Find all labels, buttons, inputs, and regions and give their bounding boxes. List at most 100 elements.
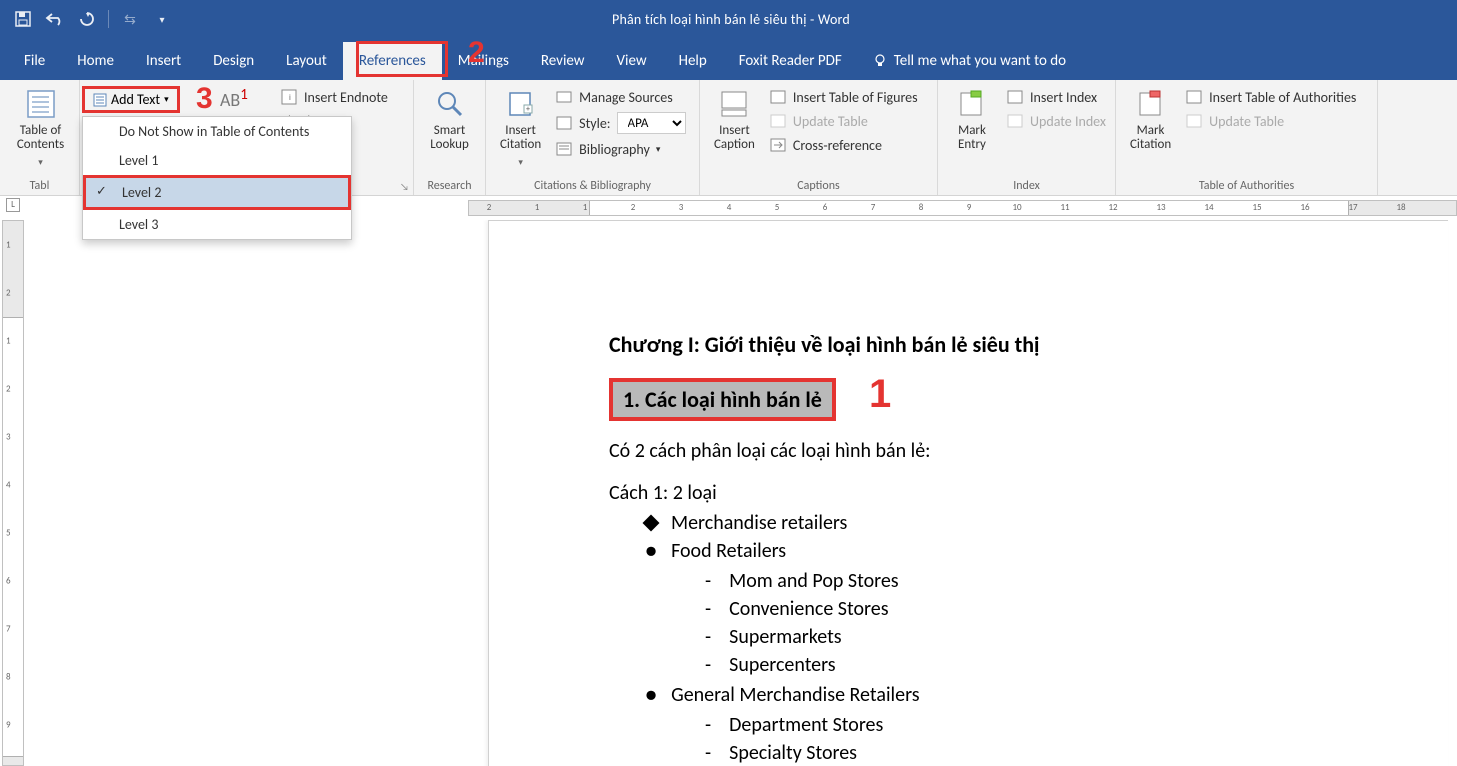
qat-dropdown-icon[interactable]: ▾ [151, 8, 173, 30]
annotation-number-2: 2 [468, 36, 485, 70]
dialog-launcher-icon[interactable]: ↘ [400, 180, 409, 193]
add-text-button[interactable]: Add Text ▾ [82, 86, 180, 113]
chevron-down-icon: ▾ [518, 157, 523, 168]
annotation-number-3: 3 [196, 82, 213, 116]
tell-me-search[interactable]: Tell me what you want to do [858, 42, 1080, 80]
annotation-number-1: 1 [869, 372, 891, 417]
tab-home[interactable]: Home [61, 42, 130, 80]
figures-icon [769, 88, 787, 106]
list-item: Supercenters [705, 653, 1328, 677]
tab-design[interactable]: Design [197, 42, 270, 80]
tab-help[interactable]: Help [663, 42, 723, 80]
update-table-button: Update Table [765, 110, 922, 132]
list-item: Mom and Pop Stores [705, 569, 1328, 593]
update-icon [769, 112, 787, 130]
document-title: Phân tích loại hình bán lẻ siêu thị - Wo… [185, 11, 1277, 28]
list-item: ●Food Retailers [645, 539, 1328, 563]
diamond-bullet-icon [643, 515, 660, 532]
mark-citation-button[interactable]: Mark Citation [1124, 84, 1177, 153]
update-auth-icon [1185, 112, 1203, 130]
mark-entry-label: Mark Entry [958, 124, 986, 153]
list-item: Convenience Stores [705, 597, 1328, 621]
svg-text:i: i [289, 93, 291, 103]
update-index-icon [1006, 112, 1024, 130]
workspace: L 12123456789 21123456789101112131415161… [0, 196, 1457, 766]
manage-sources-button[interactable]: Manage Sources [551, 86, 689, 108]
quick-access-toolbar: ⇆ ▾ [0, 8, 185, 30]
menu-item-level-3[interactable]: Level 3 [83, 210, 351, 239]
index-icon [1006, 88, 1024, 106]
tab-foxit[interactable]: Foxit Reader PDF [723, 42, 858, 80]
add-text-label: Add Text [111, 91, 160, 108]
vertical-ruler[interactable]: 12123456789 [2, 220, 24, 766]
insert-citation-button[interactable]: + Insert Citation ▾ [494, 84, 547, 168]
ab-icon: AB1 [220, 86, 248, 111]
list-item: Merchandise retailers [645, 511, 1328, 535]
group-toc: Table of Contents ▾ Tabl [0, 80, 80, 195]
update-index-button: Update Index [1002, 110, 1110, 132]
group-captions: Insert Caption Insert Table of Figures U… [700, 80, 938, 195]
selected-heading[interactable]: 1. Các loại hình bán lẻ [609, 378, 836, 421]
cross-reference-button[interactable]: Cross-reference [765, 134, 922, 156]
group-authorities: Mark Citation Insert Table of Authoritie… [1116, 80, 1378, 195]
document-page[interactable]: Chương I: Giới thiệu về loại hình bán lẻ… [488, 220, 1448, 766]
title-bar: ⇆ ▾ Phân tích loại hình bán lẻ siêu thị … [0, 0, 1457, 38]
menu-item-do-not-show[interactable]: Do Not Show in Table of Contents [83, 117, 351, 146]
insert-citation-label: Insert Citation [500, 124, 541, 153]
table-of-contents-button[interactable]: Table of Contents ▾ [10, 84, 71, 168]
menu-item-level-1[interactable]: Level 1 [83, 146, 351, 175]
citation-icon: + [505, 88, 537, 120]
authorities-icon [1185, 88, 1203, 106]
paragraph-1: Có 2 cách phân loại các loại hình bán lẻ… [609, 439, 1328, 463]
group-label-index: Index [938, 179, 1115, 193]
add-text-button-wrap: Add Text ▾ 3 Do Not Show in Table of Con… [82, 86, 180, 113]
svg-text:+: + [526, 104, 530, 114]
insert-caption-button[interactable]: Insert Caption [708, 84, 761, 153]
tab-view[interactable]: View [601, 42, 663, 80]
endnote-icon: i [280, 88, 298, 106]
insert-index-button[interactable]: Insert Index [1002, 86, 1110, 108]
tab-review[interactable]: Review [525, 42, 601, 80]
insert-caption-label: Insert Caption [714, 124, 755, 153]
ribbon-tabs: File Home Insert Design Layout Reference… [0, 38, 1457, 80]
mark-citation-label: Mark Citation [1130, 124, 1171, 153]
chevron-down-icon: ▾ [656, 144, 661, 155]
lightbulb-icon [872, 53, 888, 69]
separator [108, 10, 109, 28]
ribbon-body: Table of Contents ▾ Tabl Add Text ▾ 3 Do… [0, 80, 1457, 196]
bullet-icon: ● [645, 539, 657, 563]
bibliography-button[interactable]: Bibliography ▾ [551, 138, 689, 160]
save-icon[interactable] [12, 8, 34, 30]
tab-file[interactable]: File [8, 42, 61, 80]
toc-label: Table of Contents [17, 124, 64, 153]
insert-authorities-button[interactable]: Insert Table of Authorities [1181, 86, 1360, 108]
style-icon [555, 114, 573, 132]
tell-me-label: Tell me what you want to do [894, 52, 1066, 70]
mark-citation-icon [1135, 88, 1167, 120]
undo-icon[interactable] [44, 8, 66, 30]
bibliography-icon [555, 140, 573, 158]
add-text-icon [93, 93, 107, 107]
document-column: 21123456789101112131415161718 Chương I: … [28, 196, 1457, 766]
mark-entry-button[interactable]: Mark Entry [946, 84, 998, 153]
ruler-corner[interactable]: L [6, 198, 20, 212]
smart-lookup-icon [434, 88, 466, 120]
list-item: ●General Merchandise Retailers [645, 683, 1328, 707]
caption-icon [718, 88, 750, 120]
list-item: Supermarkets [705, 625, 1328, 649]
paragraph-2: Cách 1: 2 loại [609, 481, 1328, 505]
insert-endnote-button[interactable]: iInsert Endnote [276, 86, 392, 108]
horizontal-ruler[interactable]: 21123456789101112131415161718 [468, 196, 1457, 220]
tab-insert[interactable]: Insert [130, 42, 197, 80]
tab-references[interactable]: References [343, 42, 442, 80]
tab-layout[interactable]: Layout [270, 42, 343, 80]
group-citations: + Insert Citation ▾ Manage Sources Style… [486, 80, 700, 195]
style-dropdown[interactable]: APA [617, 112, 686, 134]
insert-table-figures-button[interactable]: Insert Table of Figures [765, 86, 922, 108]
qat-customize-icon[interactable]: ⇆ [119, 8, 141, 30]
group-label-captions: Captions [700, 179, 937, 193]
smart-lookup-button[interactable]: Smart Lookup [422, 84, 477, 153]
menu-item-level-2[interactable]: ✓Level 2 [83, 175, 351, 210]
style-select[interactable]: Style: APA [551, 110, 689, 136]
redo-icon[interactable] [76, 8, 98, 30]
